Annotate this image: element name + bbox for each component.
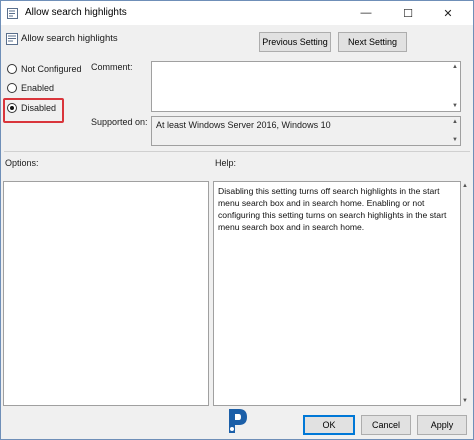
radio-enabled[interactable]: Enabled bbox=[7, 83, 54, 93]
supported-on-field: At least Windows Server 2016, Windows 10… bbox=[151, 116, 461, 146]
previous-setting-button[interactable]: Previous Setting bbox=[259, 32, 331, 52]
title-bar[interactable]: Allow search highlights — ☐ ✕ bbox=[1, 1, 473, 25]
radio-button[interactable] bbox=[7, 83, 17, 93]
scroll-up-icon[interactable]: ▲ bbox=[452, 119, 458, 125]
minimize-button[interactable]: — bbox=[351, 1, 381, 25]
radio-label: Enabled bbox=[21, 83, 55, 93]
help-scrollbar[interactable]: ▲ ▼ bbox=[461, 181, 470, 406]
apply-button[interactable]: Apply bbox=[417, 415, 467, 435]
scroll-down-icon[interactable]: ▼ bbox=[452, 103, 458, 109]
options-label: Options: bbox=[5, 158, 39, 168]
maximize-button[interactable]: ☐ bbox=[393, 1, 423, 25]
help-text: Disabling this setting turns off search … bbox=[218, 186, 447, 232]
next-setting-button[interactable]: Next Setting bbox=[338, 32, 407, 52]
help-label: Help: bbox=[215, 158, 237, 168]
policy-editor-dialog: Allow search highlights — ☐ ✕ Allow sear… bbox=[0, 0, 474, 440]
ok-button[interactable]: OK bbox=[303, 415, 355, 435]
options-panel[interactable] bbox=[3, 181, 209, 406]
watermark-logo-icon bbox=[229, 409, 247, 433]
policy-setting-icon bbox=[6, 33, 18, 45]
comment-field[interactable]: ▲ ▼ bbox=[151, 61, 461, 112]
supported-on-label: Supported on: bbox=[91, 117, 148, 127]
scroll-up-icon[interactable]: ▲ bbox=[452, 64, 458, 70]
comment-label: Comment: bbox=[91, 62, 133, 72]
section-divider bbox=[4, 151, 470, 152]
policy-setting-icon bbox=[7, 8, 18, 19]
supported-on-value: At least Windows Server 2016, Windows 10 bbox=[156, 120, 331, 130]
scroll-up-icon[interactable]: ▲ bbox=[462, 183, 468, 189]
help-panel[interactable]: Disabling this setting turns off search … bbox=[213, 181, 461, 406]
cancel-button[interactable]: Cancel bbox=[361, 415, 411, 435]
scroll-down-icon[interactable]: ▼ bbox=[462, 398, 468, 404]
close-button[interactable]: ✕ bbox=[433, 1, 463, 25]
radio-button[interactable] bbox=[7, 64, 17, 74]
disabled-highlight-annotation bbox=[3, 98, 64, 123]
scroll-down-icon[interactable]: ▼ bbox=[452, 137, 458, 143]
radio-label: Not Configured bbox=[21, 64, 82, 74]
radio-not-configured[interactable]: Not Configured bbox=[7, 64, 82, 74]
window-title: Allow search highlights bbox=[25, 7, 127, 18]
setting-name: Allow search highlights bbox=[21, 33, 118, 44]
